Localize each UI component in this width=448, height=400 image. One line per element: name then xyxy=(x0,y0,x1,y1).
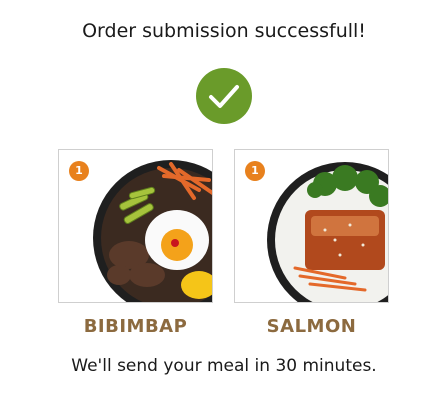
quantity-badge: 1 xyxy=(245,161,265,181)
meal-name-salmon: SALMON xyxy=(266,316,357,337)
delivery-message: We'll send your meal in 30 minutes. xyxy=(71,356,377,376)
meal-card-salmon[interactable]: 1 xyxy=(234,149,389,303)
checkmark-circle-icon xyxy=(196,68,252,124)
meal-card-bibimbap[interactable]: 1 xyxy=(58,149,213,303)
quantity-badge: 1 xyxy=(69,161,89,181)
meal-name-bibimbap: BIBIMBAP xyxy=(83,316,188,337)
page-title: Order submission successfull! xyxy=(82,20,366,42)
